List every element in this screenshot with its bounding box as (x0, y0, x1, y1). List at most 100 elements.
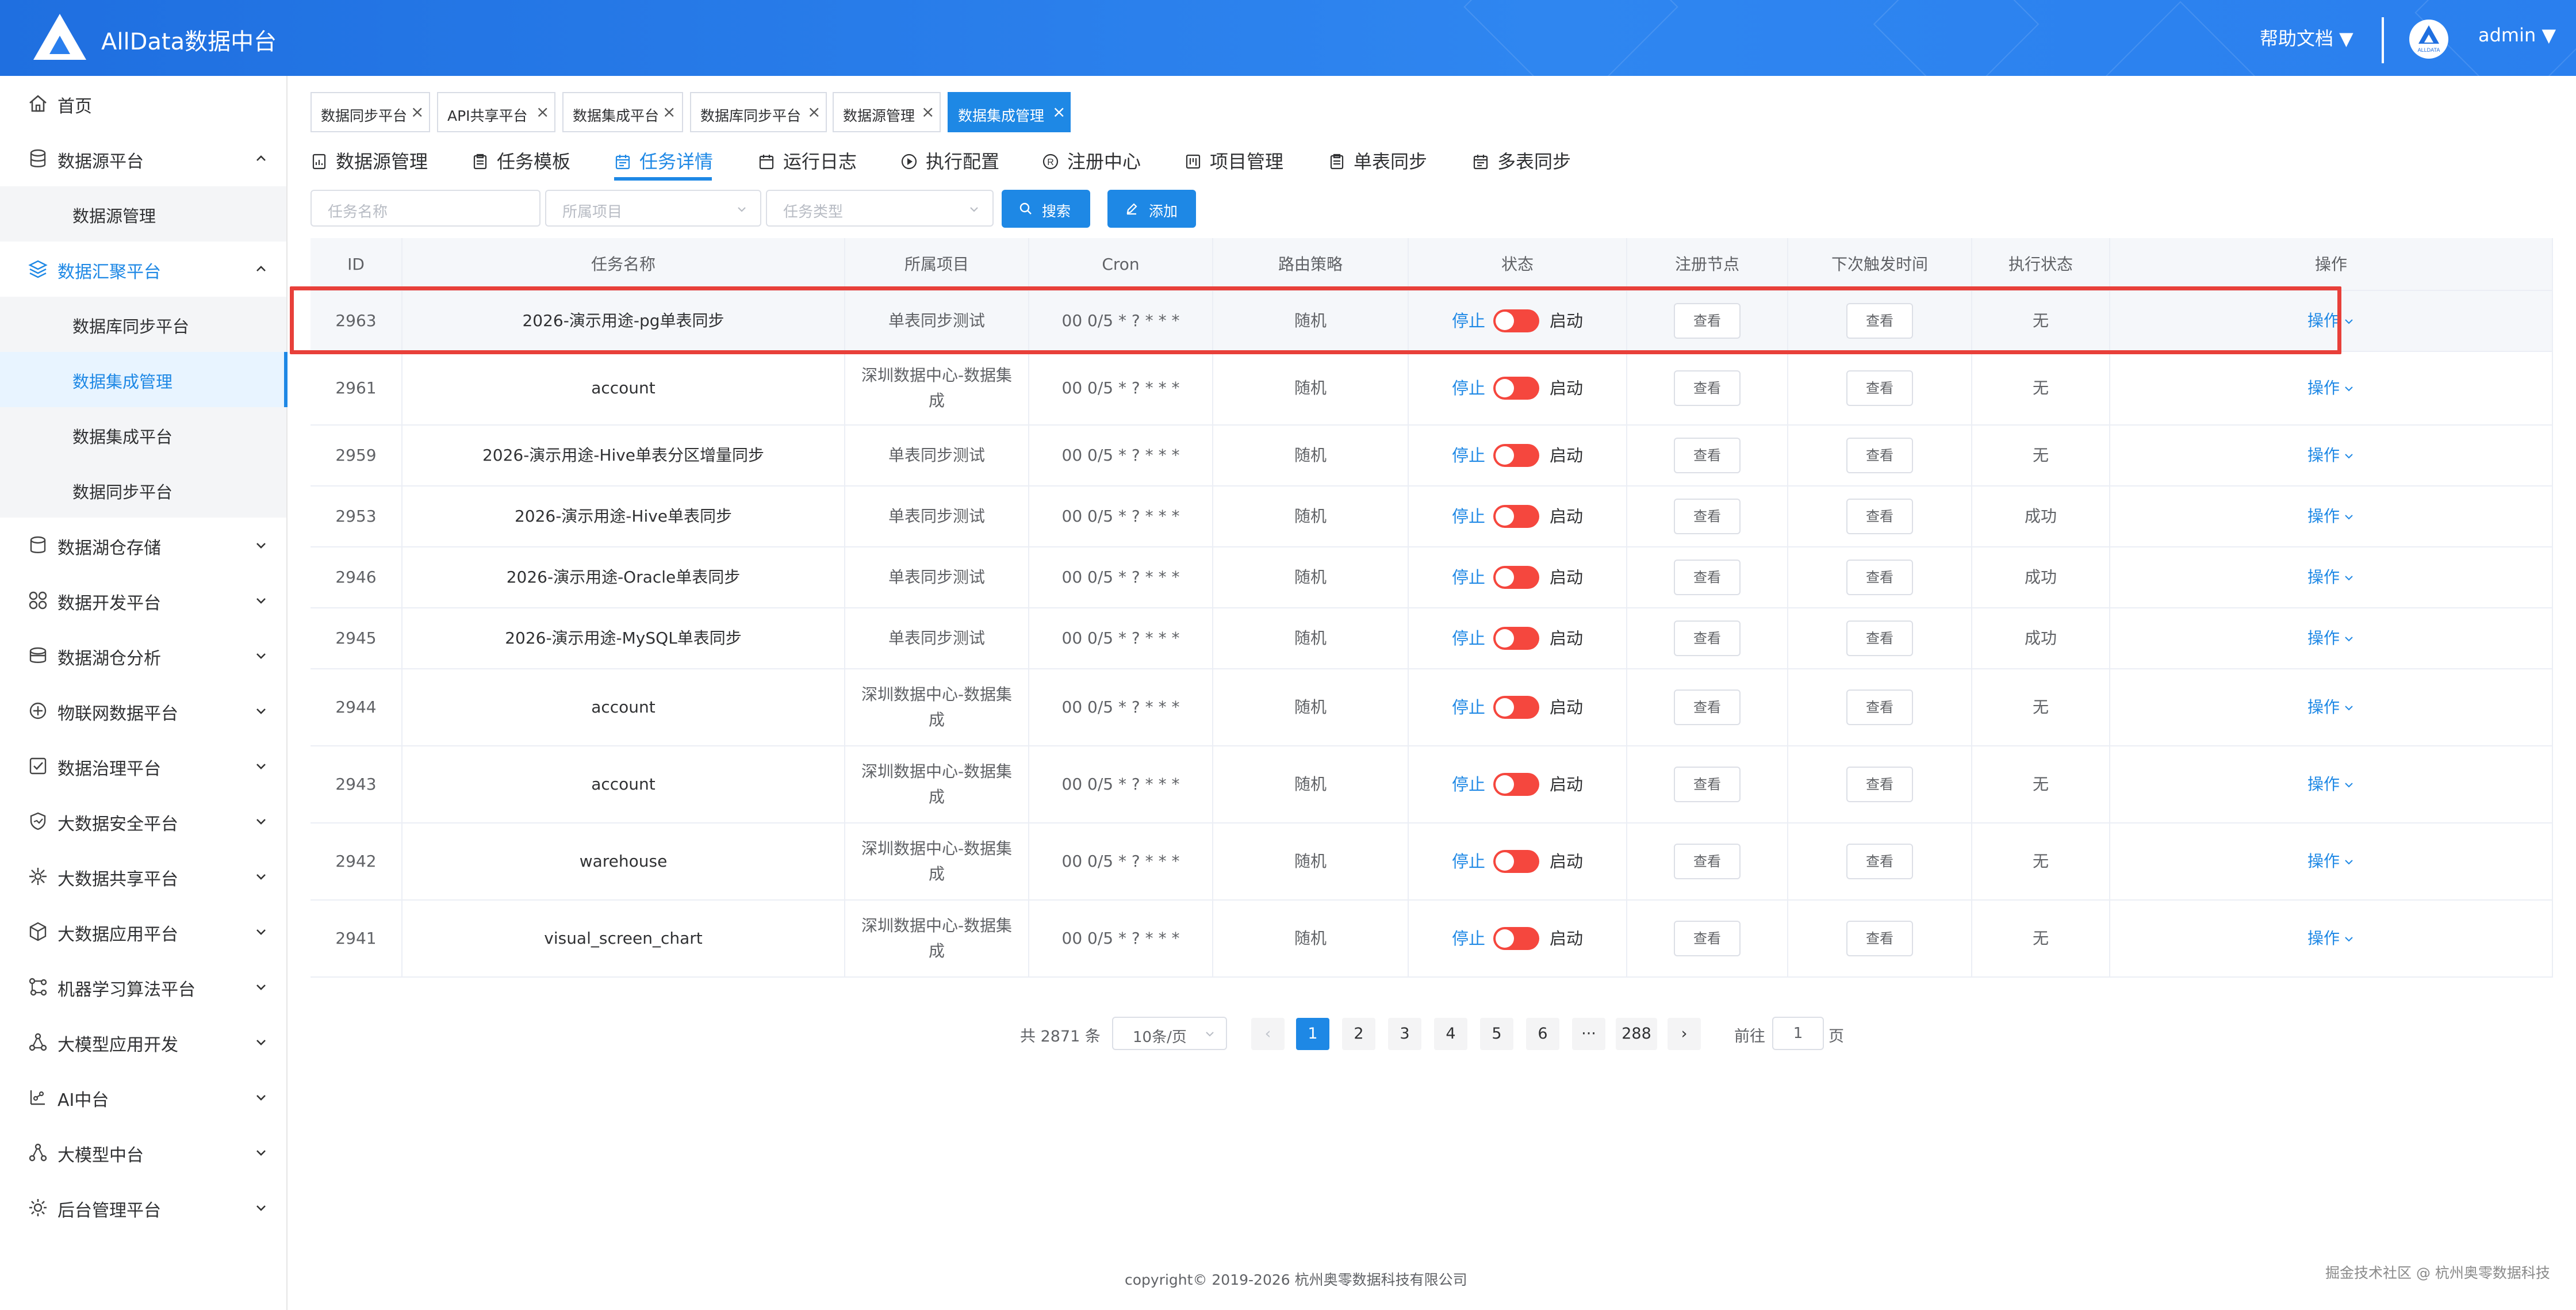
close-icon[interactable]: × (1052, 102, 1065, 121)
stop-label[interactable]: 停止 (1452, 565, 1485, 590)
close-icon[interactable]: × (921, 102, 934, 121)
tab-project-manage[interactable]: 项目管理 (1184, 147, 1283, 179)
status-switch[interactable] (1493, 927, 1539, 950)
tag-data-integration-platform[interactable]: 数据集成平台 × (562, 92, 683, 132)
view-next-trigger-button[interactable]: 查看 (1846, 438, 1913, 473)
operation-dropdown[interactable]: 操作 (2307, 849, 2355, 874)
status-switch[interactable] (1493, 505, 1539, 528)
tag-data-integration-manage[interactable]: 数据集成管理 × (948, 92, 1071, 132)
tab-multi-table-sync[interactable]: 多表同步 (1472, 147, 1571, 179)
sidebar-subitem-data-sync[interactable]: 数据同步平台 (0, 462, 286, 518)
tag-datasource-manage[interactable]: 数据源管理 × (833, 92, 941, 132)
operation-dropdown[interactable]: 操作 (2307, 772, 2355, 797)
tab-exec-config[interactable]: 执行配置 (900, 147, 999, 179)
task-name-input[interactable]: 任务名称 (310, 190, 540, 227)
stop-label[interactable]: 停止 (1452, 443, 1485, 468)
sidebar-item-ml[interactable]: 机器学习算法平台 (0, 959, 286, 1014)
project-select[interactable]: 所属项目 (545, 190, 761, 227)
view-register-node-button[interactable]: 查看 (1674, 438, 1741, 473)
status-switch[interactable] (1493, 309, 1539, 332)
view-register-node-button[interactable]: 查看 (1674, 303, 1741, 339)
close-icon[interactable]: × (536, 102, 549, 121)
close-icon[interactable]: × (662, 102, 676, 121)
page-button[interactable]: 4 (1434, 1018, 1467, 1050)
view-register-node-button[interactable]: 查看 (1674, 620, 1741, 656)
tag-data-sync-platform[interactable]: 数据同步平台 × (310, 92, 430, 132)
page-button[interactable]: 1 (1296, 1018, 1329, 1050)
table-row[interactable]: 2943 account 深圳数据中心-数据集成 00 0/5 * ? * * * 随机… (310, 746, 2553, 823)
sidebar-subitem-data-integration-platform[interactable]: 数据集成平台 (0, 407, 286, 462)
help-docs-dropdown[interactable]: 帮助文档 ▼ (2260, 24, 2353, 51)
sidebar-item-lakehouse-analysis[interactable]: 数据湖仓分析 (0, 628, 286, 683)
page-button[interactable]: 3 (1388, 1018, 1421, 1050)
table-row[interactable]: 2963 2026-演示用途-pg单表同步 单表同步测试 00 0/5 * ? * *… (310, 291, 2553, 352)
sidebar-item-home[interactable]: 首页 (0, 76, 286, 131)
operation-dropdown[interactable]: 操作 (2307, 695, 2355, 720)
user-menu[interactable]: admin ▼ (2478, 24, 2556, 46)
status-switch[interactable] (1493, 566, 1539, 589)
stop-label[interactable]: 停止 (1452, 626, 1485, 651)
table-row[interactable]: 2953 2026-演示用途-Hive单表同步 单表同步测试 00 0/5 * ? *… (310, 487, 2553, 547)
status-switch[interactable] (1493, 850, 1539, 873)
prev-page-button[interactable]: ‹ (1251, 1018, 1285, 1050)
add-button[interactable]: 添加 (1107, 190, 1196, 228)
status-switch[interactable] (1493, 773, 1539, 796)
status-switch[interactable] (1493, 444, 1539, 467)
view-next-trigger-button[interactable]: 查看 (1846, 370, 1913, 406)
table-row[interactable]: 2946 2026-演示用途-Oracle单表同步 单表同步测试 00 0/5 * ?… (310, 547, 2553, 608)
sidebar-item-admin[interactable]: 后台管理平台 (0, 1180, 286, 1235)
view-next-trigger-button[interactable]: 查看 (1846, 767, 1913, 802)
task-type-select[interactable]: 任务类型 (766, 190, 994, 227)
sidebar-item-data-dev[interactable]: 数据开发平台 (0, 573, 286, 628)
stop-label[interactable]: 停止 (1452, 772, 1485, 797)
sidebar-item-data-aggregation[interactable]: 数据汇聚平台 (0, 242, 286, 297)
goto-page-input[interactable]: 1 (1772, 1017, 1824, 1050)
view-next-trigger-button[interactable]: 查看 (1846, 620, 1913, 656)
sidebar-item-governance[interactable]: 数据治理平台 (0, 738, 286, 794)
page-button[interactable]: 2 (1342, 1018, 1375, 1050)
view-register-node-button[interactable]: 查看 (1674, 844, 1741, 879)
page-ellipsis[interactable]: ··· (1572, 1018, 1605, 1050)
table-row[interactable]: 2945 2026-演示用途-MySQL单表同步 单表同步测试 00 0/5 * ? … (310, 608, 2553, 669)
sidebar-item-iot[interactable]: 物联网数据平台 (0, 683, 286, 738)
operation-dropdown[interactable]: 操作 (2307, 376, 2355, 401)
sidebar-item-datasource-platform[interactable]: 数据源平台 (0, 131, 286, 186)
page-button[interactable]: 6 (1526, 1018, 1559, 1050)
page-button[interactable]: 288 (1616, 1018, 1657, 1050)
sidebar-item-sharing[interactable]: 大数据共享平台 (0, 849, 286, 904)
page-button[interactable]: 5 (1480, 1018, 1513, 1050)
table-row[interactable]: 2961 account 深圳数据中心-数据集成 00 0/5 * ? * * * 随机… (310, 352, 2553, 426)
view-register-node-button[interactable]: 查看 (1674, 690, 1741, 725)
tab-datasource-manage[interactable]: 数据源管理 (310, 147, 428, 179)
page-size-select[interactable]: 10条/页 (1112, 1017, 1227, 1050)
sidebar-item-security[interactable]: 大数据安全平台 (0, 794, 286, 849)
stop-label[interactable]: 停止 (1452, 926, 1485, 951)
sidebar-item-llm-center[interactable]: 大模型中台 (0, 1125, 286, 1180)
stop-label[interactable]: 停止 (1452, 849, 1485, 874)
sidebar-item-application[interactable]: 大数据应用平台 (0, 904, 286, 959)
status-switch[interactable] (1493, 696, 1539, 719)
table-row[interactable]: 2944 account 深圳数据中心-数据集成 00 0/5 * ? * * * 随机… (310, 669, 2553, 746)
stop-label[interactable]: 停止 (1452, 308, 1485, 334)
operation-dropdown[interactable]: 操作 (2307, 565, 2355, 590)
tab-registry[interactable]: R 注册中心 (1042, 147, 1141, 179)
view-next-trigger-button[interactable]: 查看 (1846, 303, 1913, 339)
sidebar-subitem-datasource-manage[interactable]: 数据源管理 (0, 186, 286, 242)
search-button[interactable]: 搜索 (1002, 190, 1090, 228)
status-switch[interactable] (1493, 627, 1539, 650)
sidebar-subitem-db-sync[interactable]: 数据库同步平台 (0, 297, 286, 352)
next-page-button[interactable]: › (1667, 1018, 1701, 1050)
logo-icon[interactable] (32, 13, 87, 61)
table-row[interactable]: 2959 2026-演示用途-Hive单表分区增量同步 单表同步测试 00 0/5 *… (310, 426, 2553, 487)
view-next-trigger-button[interactable]: 查看 (1846, 560, 1913, 595)
view-next-trigger-button[interactable]: 查看 (1846, 921, 1913, 956)
tab-task-detail[interactable]: 任务详情 (614, 147, 713, 179)
stop-label[interactable]: 停止 (1452, 504, 1485, 529)
avatar[interactable]: ALLDATA (2409, 20, 2448, 59)
view-register-node-button[interactable]: 查看 (1674, 767, 1741, 802)
view-next-trigger-button[interactable]: 查看 (1846, 499, 1913, 534)
status-switch[interactable] (1493, 377, 1539, 400)
view-next-trigger-button[interactable]: 查看 (1846, 690, 1913, 725)
sidebar-item-lakehouse-storage[interactable]: 数据湖仓存储 (0, 518, 286, 573)
operation-dropdown[interactable]: 操作 (2307, 443, 2355, 468)
